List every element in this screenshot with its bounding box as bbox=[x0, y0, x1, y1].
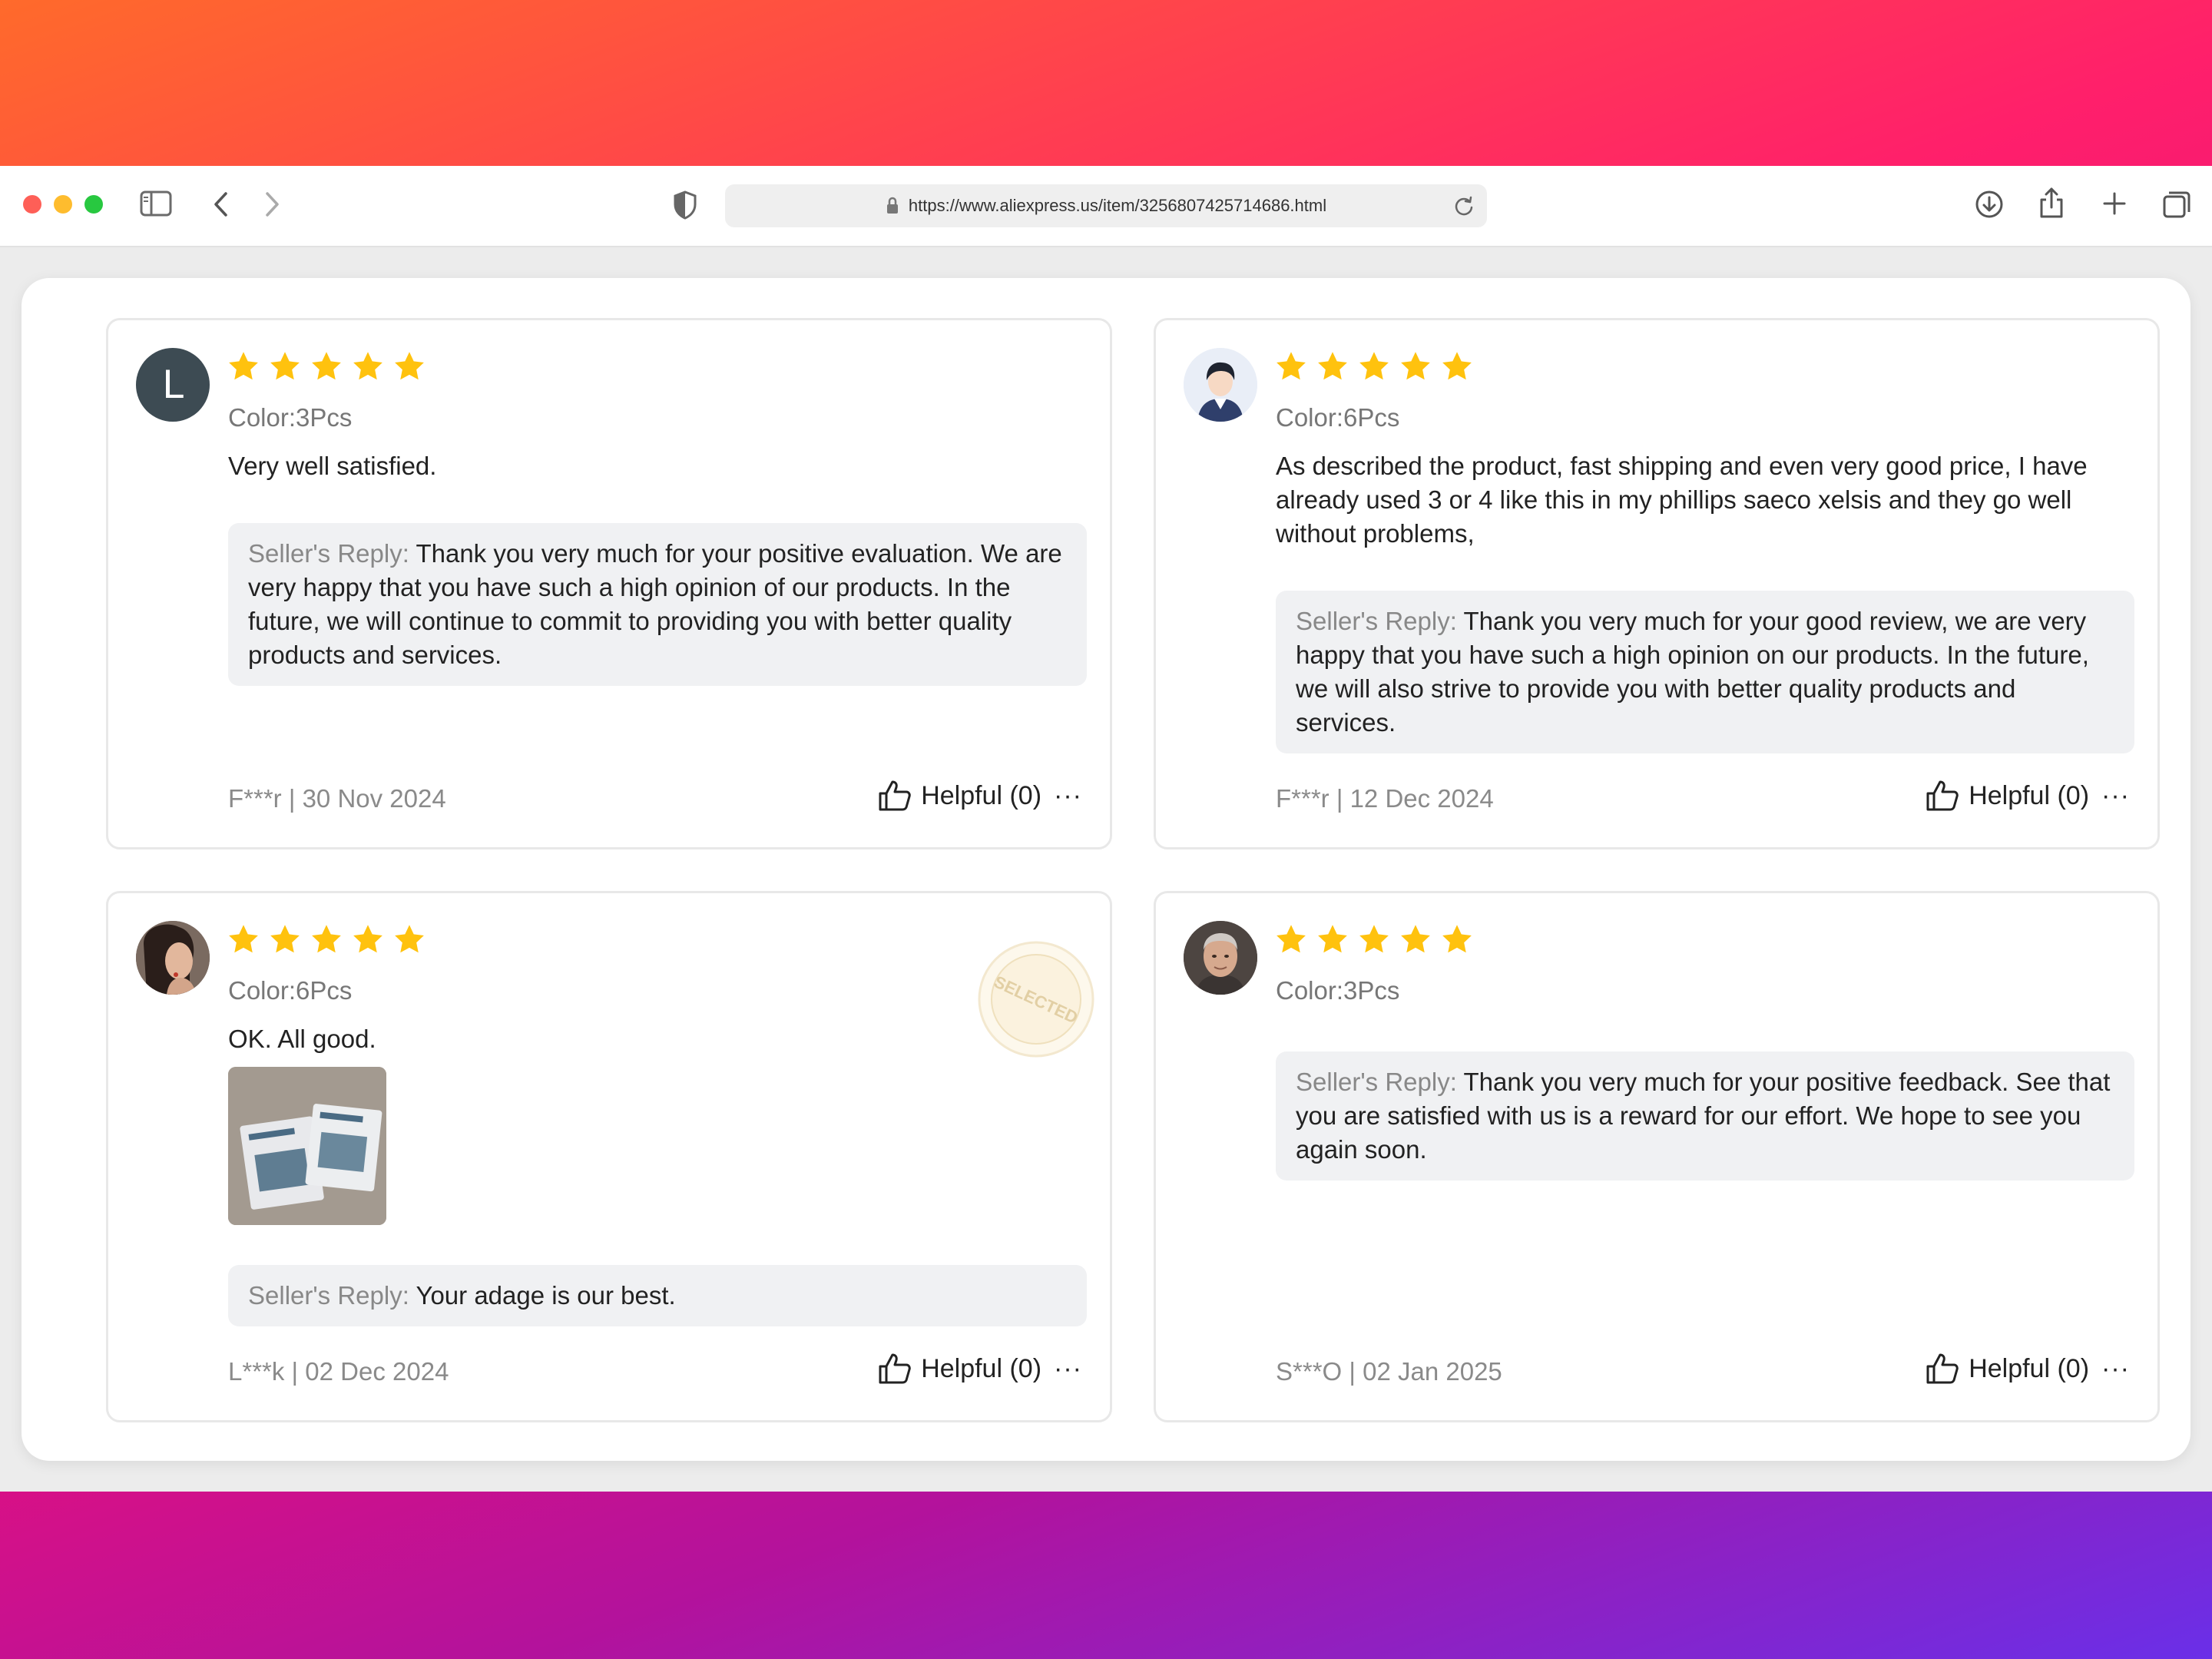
seller-reply-label: Seller's Reply: bbox=[248, 539, 409, 568]
share-icon[interactable] bbox=[2038, 186, 2065, 220]
reload-icon[interactable] bbox=[1453, 195, 1475, 217]
star-icon bbox=[395, 925, 424, 953]
star-icon bbox=[395, 352, 424, 380]
star-icon bbox=[270, 925, 300, 953]
product-variant: Color:3Pcs bbox=[1276, 976, 1400, 1005]
star-icon bbox=[1442, 925, 1472, 953]
more-options-button[interactable]: ··· bbox=[2101, 783, 2130, 809]
star-icon bbox=[1401, 925, 1430, 953]
star-icon bbox=[353, 925, 382, 953]
star-icon bbox=[1277, 925, 1306, 953]
thumbs-up-icon[interactable] bbox=[878, 1353, 912, 1385]
thumbs-up-icon[interactable] bbox=[1926, 1353, 1959, 1385]
lock-icon bbox=[886, 197, 899, 215]
more-options-button[interactable]: ··· bbox=[1054, 783, 1082, 809]
star-rating bbox=[1274, 349, 1474, 383]
helpful-button[interactable]: Helpful (0) bbox=[921, 781, 1041, 811]
helpful-button[interactable]: Helpful (0) bbox=[1969, 1354, 2089, 1384]
new-tab-icon[interactable] bbox=[2101, 190, 2128, 217]
star-icon bbox=[1277, 352, 1306, 380]
review-text: As described the product, fast shipping … bbox=[1276, 452, 2088, 548]
review-meta: F***r | 12 Dec 2024 bbox=[1276, 784, 1494, 813]
star-rating bbox=[227, 922, 426, 956]
review-actions: Helpful (0) ··· bbox=[878, 1353, 1082, 1385]
star-rating bbox=[227, 349, 426, 383]
browser-window: https://www.aliexpress.us/item/325680742… bbox=[0, 166, 2212, 1492]
thumbs-up-icon[interactable] bbox=[1926, 780, 1959, 812]
minimize-window-button[interactable] bbox=[54, 195, 72, 214]
seller-reply: Seller's Reply: Your adage is our best. bbox=[228, 1265, 1087, 1326]
user-avatar-icon bbox=[1184, 348, 1257, 422]
review-meta: F***r | 30 Nov 2024 bbox=[228, 784, 446, 813]
star-icon bbox=[229, 925, 258, 953]
star-icon bbox=[312, 352, 341, 380]
avatar: L bbox=[136, 348, 210, 422]
review-card: L Color:3Pcs Very well satisfied. Seller… bbox=[106, 318, 1112, 849]
star-icon bbox=[312, 925, 341, 953]
star-icon bbox=[229, 352, 258, 380]
reviews-panel: L Color:3Pcs Very well satisfied. Seller… bbox=[22, 278, 2190, 1461]
star-icon bbox=[1318, 925, 1347, 953]
review-text: OK. All good. bbox=[228, 1025, 376, 1053]
thumbs-up-icon[interactable] bbox=[878, 780, 912, 812]
product-variant: Color:6Pcs bbox=[228, 976, 353, 1005]
star-icon bbox=[270, 352, 300, 380]
tab-overview-icon[interactable] bbox=[2161, 189, 2192, 220]
review-card: Color:6Pcs As described the product, fas… bbox=[1154, 318, 2160, 849]
star-icon bbox=[1359, 352, 1389, 380]
star-icon bbox=[1442, 352, 1472, 380]
seller-reply-text: Your adage is our best. bbox=[416, 1281, 676, 1310]
helpful-button[interactable]: Helpful (0) bbox=[921, 1354, 1041, 1384]
star-icon bbox=[1318, 352, 1347, 380]
seller-reply: Seller's Reply: Thank you very much for … bbox=[1276, 591, 2134, 753]
seller-reply: Seller's Reply: Thank you very much for … bbox=[1276, 1051, 2134, 1181]
close-window-button[interactable] bbox=[23, 195, 41, 214]
seller-reply-label: Seller's Reply: bbox=[248, 1281, 409, 1310]
review-actions: Helpful (0) ··· bbox=[1926, 780, 2130, 812]
download-icon[interactable] bbox=[1974, 189, 2005, 220]
seller-reply-label: Seller's Reply: bbox=[1296, 1068, 1457, 1096]
forward-icon[interactable] bbox=[263, 190, 281, 218]
star-icon bbox=[353, 352, 382, 380]
star-rating bbox=[1274, 922, 1474, 956]
star-icon bbox=[1359, 925, 1389, 953]
user-photo-avatar bbox=[136, 921, 210, 995]
helpful-button[interactable]: Helpful (0) bbox=[1969, 781, 2089, 811]
address-bar[interactable]: https://www.aliexpress.us/item/325680742… bbox=[725, 184, 1487, 227]
review-photo[interactable] bbox=[228, 1067, 386, 1225]
url-text: https://www.aliexpress.us/item/325680742… bbox=[908, 196, 1327, 215]
review-meta: S***O | 02 Jan 2025 bbox=[1276, 1357, 1502, 1386]
user-photo-avatar bbox=[1184, 921, 1257, 995]
privacy-shield-icon[interactable] bbox=[673, 190, 697, 220]
browser-toolbar: https://www.aliexpress.us/item/325680742… bbox=[0, 166, 2212, 247]
more-options-button[interactable]: ··· bbox=[1054, 1356, 1082, 1382]
review-meta: L***k | 02 Dec 2024 bbox=[228, 1357, 449, 1386]
maximize-window-button[interactable] bbox=[84, 195, 103, 214]
review-card: Color:3Pcs Seller's Reply: Thank you ver… bbox=[1154, 891, 2160, 1422]
star-icon bbox=[1401, 352, 1430, 380]
seller-reply-label: Seller's Reply: bbox=[1296, 607, 1457, 635]
review-text: Very well satisfied. bbox=[228, 452, 437, 480]
back-icon[interactable] bbox=[212, 190, 230, 218]
product-variant: Color:6Pcs bbox=[1276, 403, 1400, 432]
selected-badge: SELECTED bbox=[978, 941, 1094, 1058]
seller-reply: Seller's Reply: Thank you very much for … bbox=[228, 523, 1087, 686]
sidebar-toggle-icon[interactable] bbox=[140, 190, 172, 217]
review-actions: Helpful (0) ··· bbox=[1926, 1353, 2130, 1385]
more-options-button[interactable]: ··· bbox=[2101, 1356, 2130, 1382]
review-card: Color:6Pcs OK. All good. SELECTED Seller… bbox=[106, 891, 1112, 1422]
product-variant: Color:3Pcs bbox=[228, 403, 353, 432]
review-actions: Helpful (0) ··· bbox=[878, 780, 1082, 812]
